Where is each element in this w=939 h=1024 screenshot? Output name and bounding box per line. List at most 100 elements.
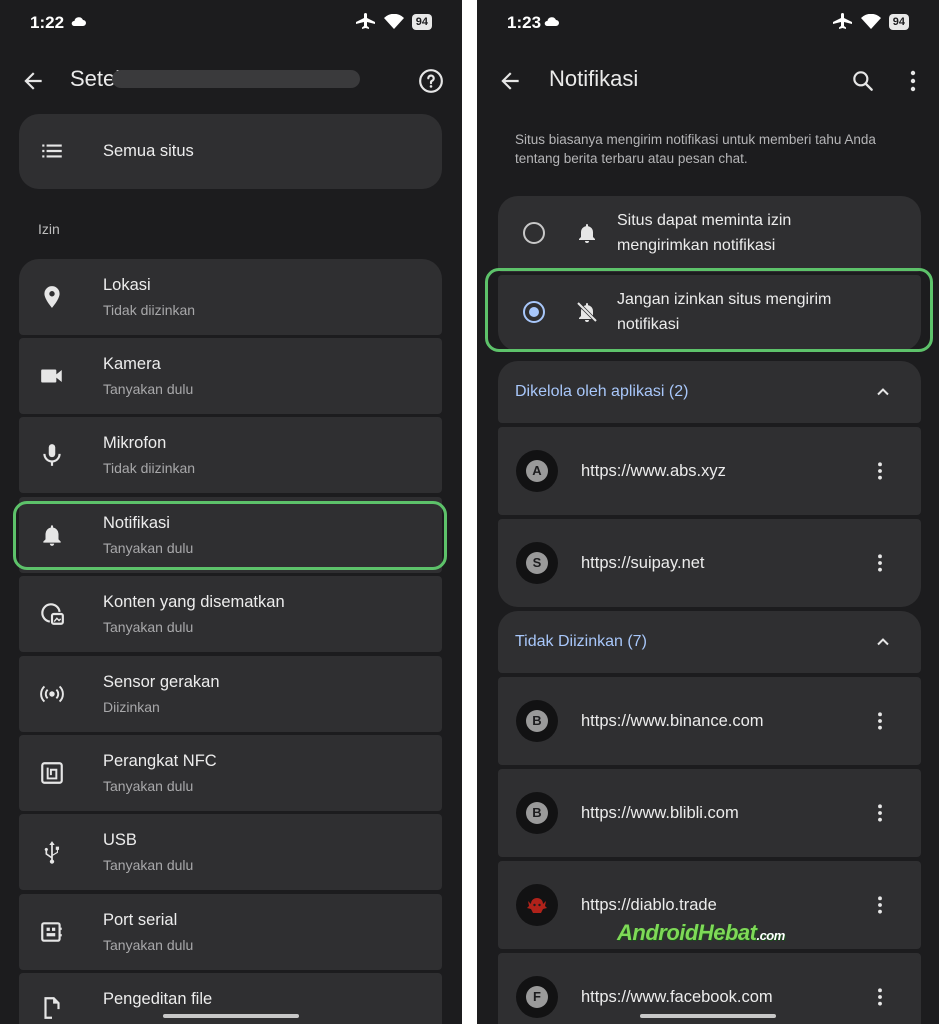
motion-sensor-icon (40, 685, 64, 703)
site-avatar: B (516, 792, 558, 834)
chevron-up-icon[interactable] (873, 382, 893, 402)
status-bar: 1:23 94 (477, 0, 939, 44)
more-vert-icon[interactable] (877, 711, 883, 731)
status-time: 1:23 (507, 13, 542, 32)
permission-row-motion-sensor[interactable]: Sensor gerakan Diizinkan (19, 656, 442, 732)
location-pin-icon (44, 286, 60, 308)
group-title: Tidak Diizinkan (7) (515, 633, 647, 650)
list-icon (42, 144, 62, 158)
embedded-content-icon (41, 603, 64, 625)
battery-level: 94 (888, 14, 909, 30)
battery-level: 94 (411, 14, 432, 30)
permission-row-microphone[interactable]: Mikrofon Tidak diizinkan (19, 417, 442, 493)
site-row[interactable]: S https://suipay.net (498, 519, 921, 607)
permission-row-location[interactable]: Lokasi Tidak diizinkan (19, 259, 442, 335)
permission-title: Port serial (103, 911, 178, 929)
redacted-title-blur (112, 70, 360, 88)
status-time: 1:22 (30, 13, 65, 32)
permission-title: Pengeditan file (103, 990, 213, 1008)
back-arrow-icon[interactable] (20, 68, 46, 94)
airplane-icon (832, 13, 852, 29)
notifications-description: Situs biasanya mengirim notifikasi untuk… (515, 132, 876, 166)
home-indicator (640, 1014, 776, 1018)
app-bar: Setel (0, 58, 462, 102)
wifi-icon (860, 14, 881, 29)
overflow-menu-icon[interactable] (907, 69, 919, 93)
usb-icon (44, 841, 60, 864)
highlight-notifications (13, 501, 447, 570)
camera-icon (41, 369, 62, 383)
site-avatar: F (516, 976, 558, 1018)
more-vert-icon[interactable] (877, 553, 883, 573)
wifi-icon (383, 14, 404, 29)
site-row[interactable]: B https://www.binance.com (498, 677, 921, 765)
permission-status: Tanyakan dulu (103, 778, 194, 794)
site-url: https://diablo.trade (581, 896, 717, 914)
site-url: https://suipay.net (581, 554, 705, 572)
permission-status: Diizinkan (103, 699, 160, 715)
permission-row-usb[interactable]: USB Tanyakan dulu (19, 814, 442, 890)
cloud-icon (71, 17, 86, 26)
back-arrow-icon[interactable] (497, 68, 523, 94)
site-avatar: B (516, 700, 558, 742)
more-vert-icon[interactable] (877, 461, 883, 481)
highlight-block-option (485, 268, 933, 352)
microphone-icon (43, 444, 61, 466)
permission-status: Tanyakan dulu (103, 857, 194, 873)
cloud-icon (544, 17, 559, 26)
permission-title: Lokasi (103, 276, 151, 294)
option-allow-ask[interactable]: Situs dapat meminta izin mengirimkan not… (498, 196, 921, 272)
diablo-favicon-icon (527, 898, 547, 913)
permission-row-nfc[interactable]: Perangkat NFC Tanyakan dulu (19, 735, 442, 811)
site-avatar (516, 884, 558, 926)
serial-port-icon (41, 922, 62, 942)
site-url: https://www.blibli.com (581, 804, 739, 822)
permission-title: Kamera (103, 355, 161, 373)
permission-title: Perangkat NFC (103, 752, 217, 770)
status-bar: 1:22 94 (0, 0, 462, 44)
group-header-blocked[interactable]: Tidak Diizinkan (7) (498, 611, 921, 673)
nfc-icon (41, 762, 63, 784)
site-avatar: S (516, 542, 558, 584)
home-indicator (163, 1014, 299, 1018)
section-header-permissions: Izin (38, 221, 60, 237)
site-url: https://www.facebook.com (581, 988, 773, 1006)
more-vert-icon[interactable] (877, 895, 883, 915)
more-vert-icon[interactable] (877, 803, 883, 823)
all-sites-row[interactable]: Semua situs (19, 114, 442, 189)
search-icon[interactable] (850, 68, 876, 94)
permission-title: Sensor gerakan (103, 673, 220, 691)
chevron-up-icon[interactable] (873, 632, 893, 652)
group-header-managed[interactable]: Dikelola oleh aplikasi (2) (498, 361, 921, 423)
page-title: Notifikasi (549, 66, 639, 91)
permission-status: Tidak diizinkan (103, 460, 196, 476)
help-icon[interactable] (418, 68, 444, 94)
permission-status: Tanyakan dulu (103, 937, 194, 953)
app-bar: Notifikasi (477, 58, 939, 102)
site-url: https://www.binance.com (581, 712, 764, 730)
airplane-icon (355, 13, 375, 29)
notifications-screen: 1:23 94 Notifikasi Situs biasanya mengir… (477, 0, 939, 1024)
permission-row-camera[interactable]: Kamera Tanyakan dulu (19, 338, 442, 414)
all-sites-label: Semua situs (103, 142, 194, 160)
permission-status: Tanyakan dulu (103, 619, 194, 635)
permission-row-embedded-content[interactable]: Konten yang disematkan Tanyakan dulu (19, 576, 442, 652)
bell-icon (579, 224, 595, 243)
option-label: Situs dapat meminta izin mengirimkan not… (617, 212, 792, 254)
settings-screen: 1:22 94 Setel Semua situs Izin Lokasi Ti… (0, 0, 462, 1024)
file-edit-icon (44, 997, 60, 1019)
permission-title: USB (103, 831, 137, 849)
permission-title: Konten yang disematkan (103, 593, 285, 611)
group-title: Dikelola oleh aplikasi (2) (515, 383, 689, 400)
radio-allow-ask[interactable] (523, 222, 545, 244)
site-row[interactable]: A https://www.abs.xyz (498, 427, 921, 515)
site-avatar: A (516, 450, 558, 492)
permission-status: Tidak diizinkan (103, 302, 196, 318)
site-row[interactable]: B https://www.blibli.com (498, 769, 921, 857)
permission-status: Tanyakan dulu (103, 381, 194, 397)
watermark-logo: AndroidHebat.com (617, 920, 785, 945)
more-vert-icon[interactable] (877, 987, 883, 1007)
site-url: https://www.abs.xyz (581, 462, 726, 480)
permission-title: Mikrofon (103, 434, 167, 452)
permission-row-serial-port[interactable]: Port serial Tanyakan dulu (19, 894, 442, 970)
